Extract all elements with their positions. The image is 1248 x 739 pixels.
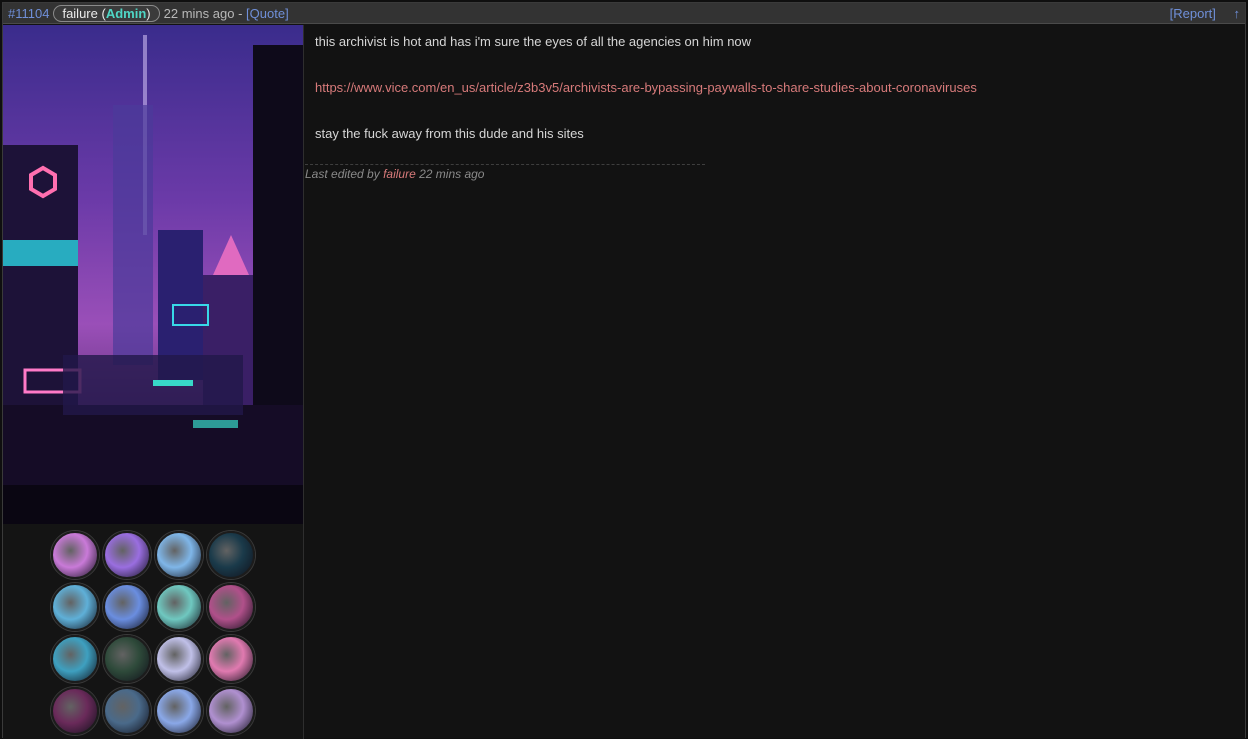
badge-14-icon[interactable] xyxy=(103,687,151,735)
report-button[interactable]: [Report] xyxy=(1170,6,1216,21)
badge-7-icon[interactable] xyxy=(155,583,203,631)
badge-1-icon[interactable] xyxy=(51,531,99,579)
badge-grid xyxy=(51,531,255,735)
badge-9-icon[interactable] xyxy=(51,635,99,683)
post-sidebar xyxy=(3,25,304,739)
badge-4-icon[interactable] xyxy=(207,531,255,579)
scroll-up-icon[interactable]: ↑ xyxy=(1234,6,1241,21)
quote-button[interactable]: [Quote] xyxy=(246,6,289,21)
forum-post: #11104 failure (Admin) 22 mins ago - [Qu… xyxy=(2,2,1246,739)
author-role: Admin xyxy=(105,5,147,21)
badge-16-icon[interactable] xyxy=(207,687,255,735)
post-text-line: this archivist is hot and has i'm sure t… xyxy=(315,34,752,49)
badge-2-icon[interactable] xyxy=(103,531,151,579)
avatar-artwork xyxy=(3,25,303,524)
post-id-link[interactable]: #11104 xyxy=(8,6,49,21)
avatar xyxy=(3,25,303,524)
post-external-link[interactable]: https://www.vice.com/en_us/article/z3b3v… xyxy=(315,80,977,95)
edit-notice: Last edited by failure 22 mins ago xyxy=(305,167,484,181)
post-text-line: stay the fuck away from this dude and hi… xyxy=(315,126,584,141)
post-content: this archivist is hot and has i'm sure t… xyxy=(305,25,1245,738)
badge-10-icon[interactable] xyxy=(103,635,151,683)
author-name[interactable]: failure xyxy=(62,6,97,21)
badge-13-icon[interactable] xyxy=(51,687,99,735)
separator: - xyxy=(238,5,243,21)
badge-8-icon[interactable] xyxy=(207,583,255,631)
badge-12-icon[interactable] xyxy=(207,635,255,683)
post-time: 22 mins ago xyxy=(163,5,235,21)
post-header: #11104 failure (Admin) 22 mins ago - [Qu… xyxy=(3,3,1245,24)
editor-link[interactable]: failure xyxy=(383,167,416,181)
edit-time: 22 mins ago xyxy=(419,167,485,181)
badge-5-icon[interactable] xyxy=(51,583,99,631)
edit-divider xyxy=(305,164,705,165)
badge-6-icon[interactable] xyxy=(103,583,151,631)
badge-3-icon[interactable] xyxy=(155,531,203,579)
edit-prefix: Last edited by xyxy=(305,167,380,181)
badge-15-icon[interactable] xyxy=(155,687,203,735)
author-badge[interactable]: failure (Admin) xyxy=(53,4,160,22)
badge-11-icon[interactable] xyxy=(155,635,203,683)
